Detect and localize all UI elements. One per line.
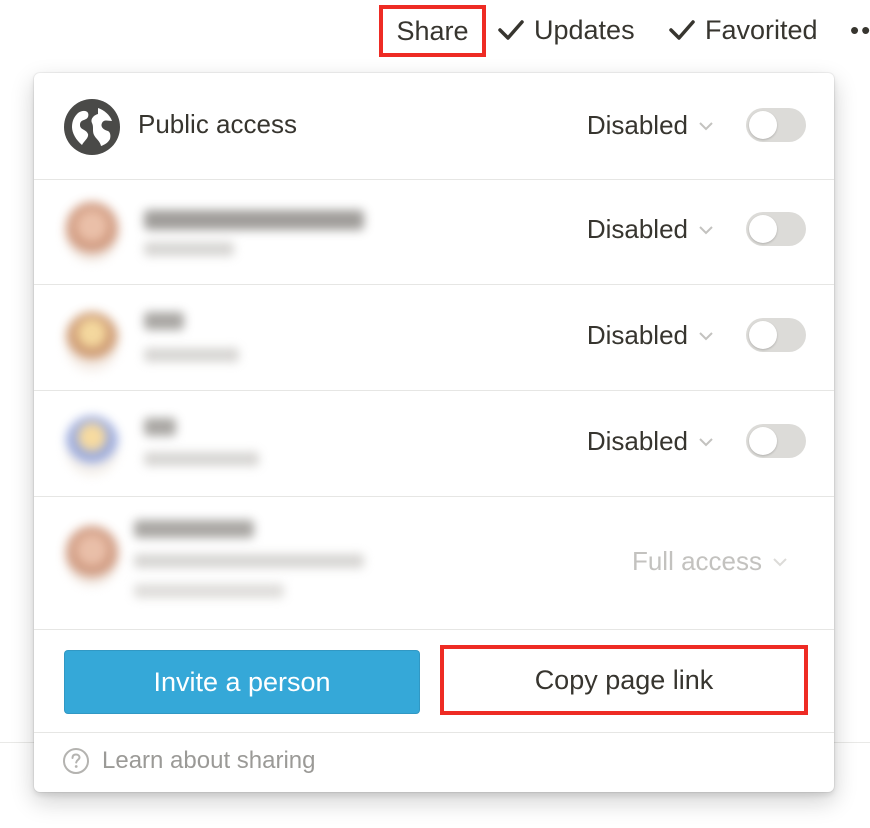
permission-label: Disabled (586, 214, 688, 244)
share-actions: Invite a person Copy page link (34, 629, 834, 733)
copy-link-label: Copy page link (534, 664, 714, 695)
chevron-down-icon (773, 557, 787, 566)
member-email-redacted (144, 452, 259, 466)
copy-page-link-button[interactable]: Copy page link (440, 645, 808, 715)
avatar (66, 202, 118, 262)
member-email-redacted (144, 242, 234, 256)
check-icon (669, 20, 695, 40)
share-popup: Public access Disabled Disabled Disabled… (34, 73, 834, 792)
toggle-knob (749, 427, 777, 455)
chevron-down-icon (699, 331, 713, 340)
member-row: Disabled (34, 390, 834, 497)
public-access-toggle[interactable] (746, 108, 806, 142)
toggle-knob (749, 321, 777, 349)
avatar (66, 312, 118, 372)
favorited-label: Favorited (705, 14, 818, 45)
top-bar: Share Updates Favorited •• (0, 0, 870, 62)
share-button[interactable]: Share (379, 5, 486, 57)
updates-button[interactable]: Updates (498, 12, 635, 48)
globe-icon (64, 99, 120, 155)
invite-label: Invite a person (153, 666, 331, 697)
member-row: Full access (34, 496, 834, 630)
member-identity-blurred (54, 180, 438, 284)
learn-label: Learn about sharing (102, 747, 316, 774)
member-row: Disabled (34, 180, 834, 285)
invite-person-button[interactable]: Invite a person (64, 650, 420, 714)
permission-label: Full access (631, 546, 762, 576)
member-identity-blurred (54, 284, 438, 390)
updates-label: Updates (534, 14, 635, 45)
chevron-down-icon (699, 121, 713, 130)
permission-label: Disabled (586, 110, 688, 140)
member-permission-dropdown[interactable]: Disabled (587, 320, 714, 351)
member-permission-dropdown: Full access (632, 546, 788, 577)
member-toggle[interactable] (746, 424, 806, 458)
toggle-knob (749, 111, 777, 139)
member-row: Disabled (34, 284, 834, 391)
toggle-knob (749, 215, 777, 243)
member-permission-dropdown[interactable]: Disabled (587, 426, 714, 457)
permission-label: Disabled (586, 426, 688, 456)
member-permission-dropdown[interactable]: Disabled (587, 214, 714, 245)
member-email-redacted (144, 348, 239, 362)
member-toggle[interactable] (746, 318, 806, 352)
public-access-row: Public access Disabled (34, 73, 834, 180)
member-note-redacted (134, 584, 284, 598)
member-identity-blurred (54, 390, 438, 496)
permission-label: Disabled (586, 320, 688, 350)
member-identity-blurred (54, 496, 438, 629)
member-name-redacted (144, 210, 364, 230)
favorited-button[interactable]: Favorited (669, 12, 818, 48)
member-toggle[interactable] (746, 212, 806, 246)
chevron-down-icon (699, 225, 713, 234)
avatar (66, 416, 118, 476)
member-name-redacted (144, 312, 184, 330)
member-name-redacted (134, 520, 254, 538)
help-circle-icon (63, 748, 89, 774)
more-icon[interactable]: •• (850, 12, 870, 48)
check-icon (498, 20, 524, 40)
share-label: Share (396, 15, 469, 46)
chevron-down-icon (699, 437, 713, 446)
member-email-redacted (134, 554, 364, 568)
learn-about-sharing-link[interactable]: Learn about sharing (62, 747, 316, 775)
avatar (66, 526, 118, 586)
member-name-redacted (144, 418, 176, 436)
public-access-permission-dropdown[interactable]: Disabled (587, 110, 714, 141)
more-label: •• (850, 14, 870, 45)
public-access-label: Public access (138, 109, 297, 139)
